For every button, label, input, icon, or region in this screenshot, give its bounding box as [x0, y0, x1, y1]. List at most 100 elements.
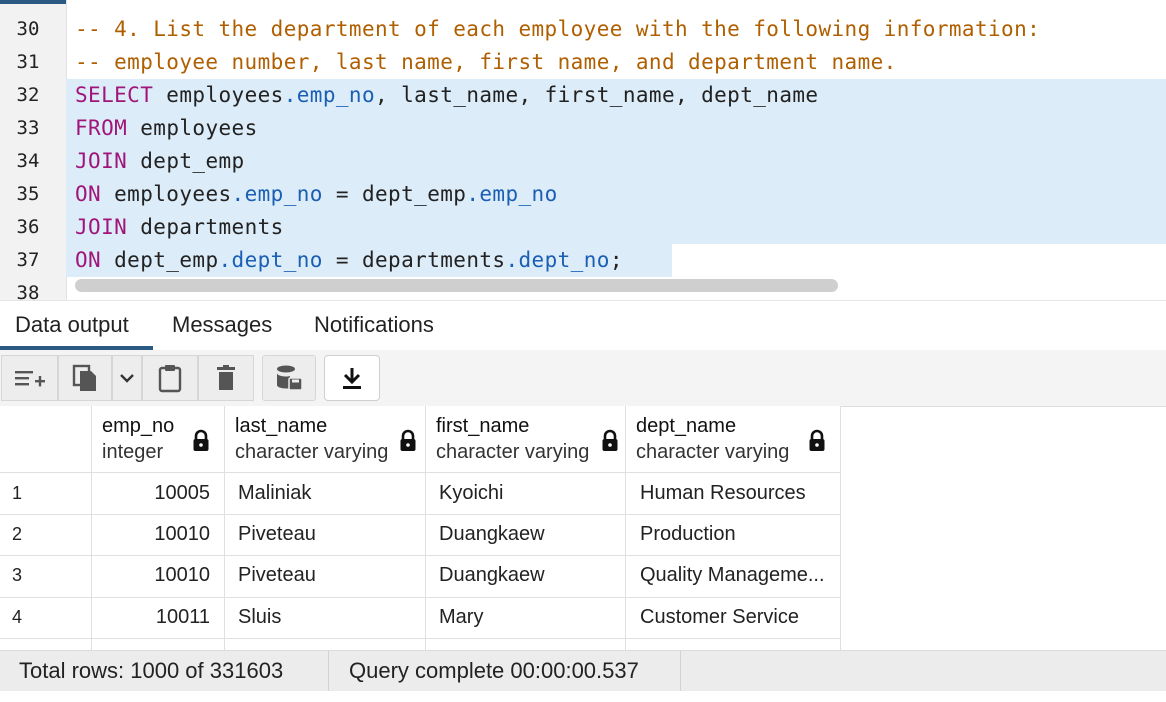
tab-notifications[interactable]: Notifications: [314, 301, 434, 349]
row-number: 3: [12, 565, 23, 585]
tab-messages[interactable]: Messages: [172, 301, 272, 349]
column-name: last_name: [235, 415, 328, 437]
column-divider: [224, 406, 225, 650]
sql-comment: -- 4. List the department of each employ…: [75, 17, 1041, 41]
cell-emp-no[interactable]: 10011: [91, 597, 210, 638]
editor-horizontal-scrollbar[interactable]: [75, 279, 838, 292]
row-number: 4: [12, 607, 23, 627]
line-number: 32: [16, 84, 40, 106]
lock-icon: [809, 429, 825, 451]
cell-last-name[interactable]: Piveteau: [238, 555, 316, 596]
line-number: 36: [16, 216, 40, 238]
code-token: employees: [101, 182, 232, 206]
lock-icon: [602, 429, 618, 451]
code-line[interactable]: JOIN departments: [75, 211, 284, 244]
cell-first-name[interactable]: Duangkaew: [439, 514, 545, 555]
cell-emp-no[interactable]: 10005: [91, 473, 210, 514]
copy-button[interactable]: [58, 355, 112, 401]
add-row-icon: [14, 371, 45, 387]
cell-last-name[interactable]: Sluis: [238, 597, 281, 638]
code-line[interactable]: -- employee number, last name, first nam…: [75, 46, 897, 79]
sql-column-ref: .emp_no: [283, 83, 376, 107]
paste-button[interactable]: [142, 355, 198, 401]
save-data-button[interactable]: [262, 355, 316, 401]
cell-first-name[interactable]: Duangkaew: [439, 555, 545, 596]
column-name: emp_no: [102, 415, 175, 437]
line-number: 37: [16, 249, 40, 271]
lock-icon: [400, 429, 416, 451]
delete-icon: [217, 365, 235, 390]
sql-keyword: ON: [75, 182, 102, 206]
sql-comment: -- employee number, last name, first nam…: [75, 50, 897, 74]
line-number: 33: [16, 117, 40, 139]
row-number: 2: [12, 524, 23, 544]
cell-dept-name[interactable]: Human Resources: [640, 473, 806, 514]
code-token: = dept_emp: [322, 182, 467, 206]
cell-dept-name[interactable]: Production: [640, 514, 736, 555]
line-number: 34: [16, 150, 40, 172]
code-token: employees: [127, 116, 258, 140]
paste-icon: [158, 365, 182, 393]
code-line[interactable]: -- 4. List the department of each employ…: [75, 13, 1040, 46]
sql-keyword: JOIN: [75, 149, 128, 173]
sql-column-ref: .emp_no: [466, 182, 558, 206]
cell-last-name[interactable]: Maliniak: [238, 473, 311, 514]
sql-column-ref: .dept_no: [218, 248, 323, 272]
code-token: dept_emp: [101, 248, 219, 272]
column-type: character varying: [436, 441, 590, 463]
column-type: character varying: [636, 441, 790, 463]
cell-first-name[interactable]: Mary: [439, 597, 483, 638]
code-line[interactable]: ON dept_emp.dept_no = departments.dept_n…: [75, 244, 623, 277]
line-number: 31: [16, 51, 40, 73]
column-type: character varying: [235, 441, 389, 463]
line-number: 30: [16, 18, 40, 40]
sql-keyword: FROM: [75, 116, 128, 140]
editor-accent-bar: [0, 0, 66, 4]
cell-dept-name[interactable]: Customer Service: [640, 597, 799, 638]
code-line[interactable]: FROM employees: [75, 112, 258, 145]
delete-button[interactable]: [198, 355, 254, 401]
column-name: dept_name: [636, 415, 737, 437]
row-number: 1: [12, 483, 23, 503]
sql-column-ref: .dept_no: [505, 248, 610, 272]
results-tab-bar: Data output Messages Notifications: [0, 300, 1166, 352]
results-grid: emp_no integer last_name character varyi…: [0, 406, 840, 650]
code-token: , last_name, first_name, dept_name: [375, 83, 819, 107]
tab-data-output[interactable]: Data output: [15, 301, 129, 349]
column-name: first_name: [436, 415, 530, 437]
code-token: dept_emp: [127, 149, 245, 173]
download-icon: [343, 368, 361, 389]
status-divider: [680, 651, 681, 691]
sql-keyword: JOIN: [75, 215, 128, 239]
column-type: integer: [102, 441, 164, 463]
copy-icon: [72, 364, 96, 391]
grid-edge: [840, 406, 841, 650]
status-bar: Total rows: 1000 of 331603 Query complet…: [0, 650, 1166, 691]
sql-column-ref: .emp_no: [231, 182, 323, 206]
code-line[interactable]: SELECT employees.emp_no, last_name, firs…: [75, 79, 818, 112]
cell-first-name[interactable]: Kyoichi: [439, 473, 503, 514]
copy-options-dropdown[interactable]: [112, 355, 142, 401]
sql-editor[interactable]: 30 -- 4. List the department of each empl…: [0, 0, 1166, 300]
cell-emp-no[interactable]: 10010: [91, 555, 210, 596]
code-token: employees: [153, 83, 284, 107]
sql-keyword: SELECT: [75, 83, 154, 107]
save-data-icon: [277, 365, 303, 391]
sql-keyword: ON: [75, 248, 102, 272]
code-line[interactable]: JOIN dept_emp: [75, 145, 245, 178]
line-number: 38: [16, 282, 40, 300]
total-rows-status: Total rows: 1000 of 331603: [19, 658, 284, 683]
code-token: = departments: [322, 248, 506, 272]
results-toolbar: [0, 350, 1166, 407]
lock-icon: [193, 429, 209, 451]
add-row-button[interactable]: [1, 355, 58, 401]
code-token: departments: [127, 215, 284, 239]
cell-dept-name[interactable]: Quality Manageme...: [640, 555, 825, 596]
code-line[interactable]: ON employees.emp_no = dept_emp.emp_no: [75, 178, 558, 211]
chevron-down-icon: [120, 374, 134, 383]
column-divider: [625, 406, 626, 650]
cell-last-name[interactable]: Piveteau: [238, 514, 316, 555]
download-button[interactable]: [324, 355, 380, 401]
cell-emp-no[interactable]: 10010: [91, 514, 210, 555]
column-divider: [425, 406, 426, 650]
